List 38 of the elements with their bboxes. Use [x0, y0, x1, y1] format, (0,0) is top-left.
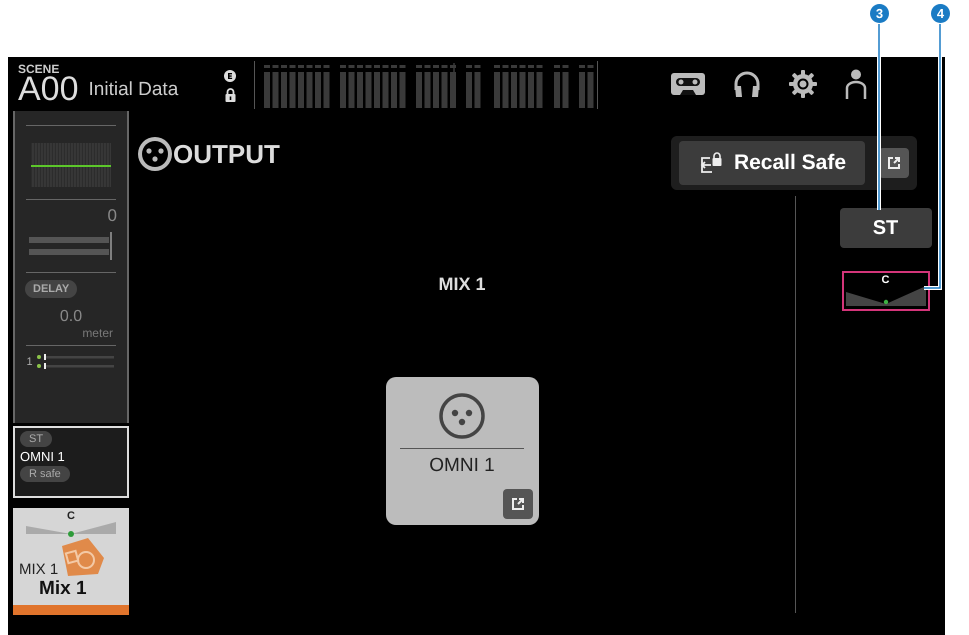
xlr-connector-icon — [439, 393, 485, 439]
recall-safe-button[interactable]: Recall Safe — [679, 141, 865, 185]
open-popup-button[interactable] — [879, 148, 909, 178]
callout-number: 3 — [870, 4, 889, 23]
send-number: 1 — [26, 356, 33, 368]
send-level-sliders[interactable] — [36, 354, 116, 370]
delay-value: 0.0 — [60, 308, 82, 326]
scene-label: SCENE — [18, 62, 60, 74]
popup-icon — [510, 497, 524, 511]
e-badge-icon — [224, 70, 236, 82]
callout-number: 4 — [931, 4, 950, 23]
page-title: OUTPUT — [173, 138, 280, 170]
cassette-icon[interactable] — [671, 71, 706, 97]
input-tag: ST — [20, 431, 52, 447]
input-patch-panel[interactable]: ST OMNI 1 R safe — [13, 426, 129, 498]
gain-value: 0 — [108, 206, 117, 226]
xlr-connector-icon — [137, 136, 173, 172]
st-button[interactable]: ST — [840, 208, 932, 248]
mix-name: Mix 1 — [39, 578, 88, 600]
delay-unit: meter — [82, 326, 113, 340]
headphones-icon[interactable] — [733, 70, 762, 98]
pan-label: C — [67, 510, 75, 522]
mix-label: MIX 1 — [19, 561, 58, 578]
popup-icon — [887, 156, 901, 170]
settings-icon[interactable] — [789, 70, 818, 98]
eq-graph[interactable] — [31, 143, 111, 187]
mix-title: MIX 1 — [438, 274, 486, 295]
pan-control[interactable]: C — [842, 271, 930, 311]
mix-channel-panel[interactable]: C MIX 1 Mix 1 — [13, 508, 129, 615]
recall-safe-tag: R safe — [20, 466, 70, 482]
input-name: OMNI 1 — [20, 449, 65, 464]
delay-button[interactable]: DELAY — [25, 280, 78, 298]
open-popup-button[interactable] — [502, 489, 532, 519]
user-icon[interactable] — [845, 69, 868, 99]
lock-icon — [224, 88, 236, 102]
scene-title[interactable]: Initial Data — [88, 79, 178, 101]
port-name: OMNI 1 — [429, 455, 495, 477]
output-port-card[interactable]: OMNI 1 — [386, 377, 538, 525]
